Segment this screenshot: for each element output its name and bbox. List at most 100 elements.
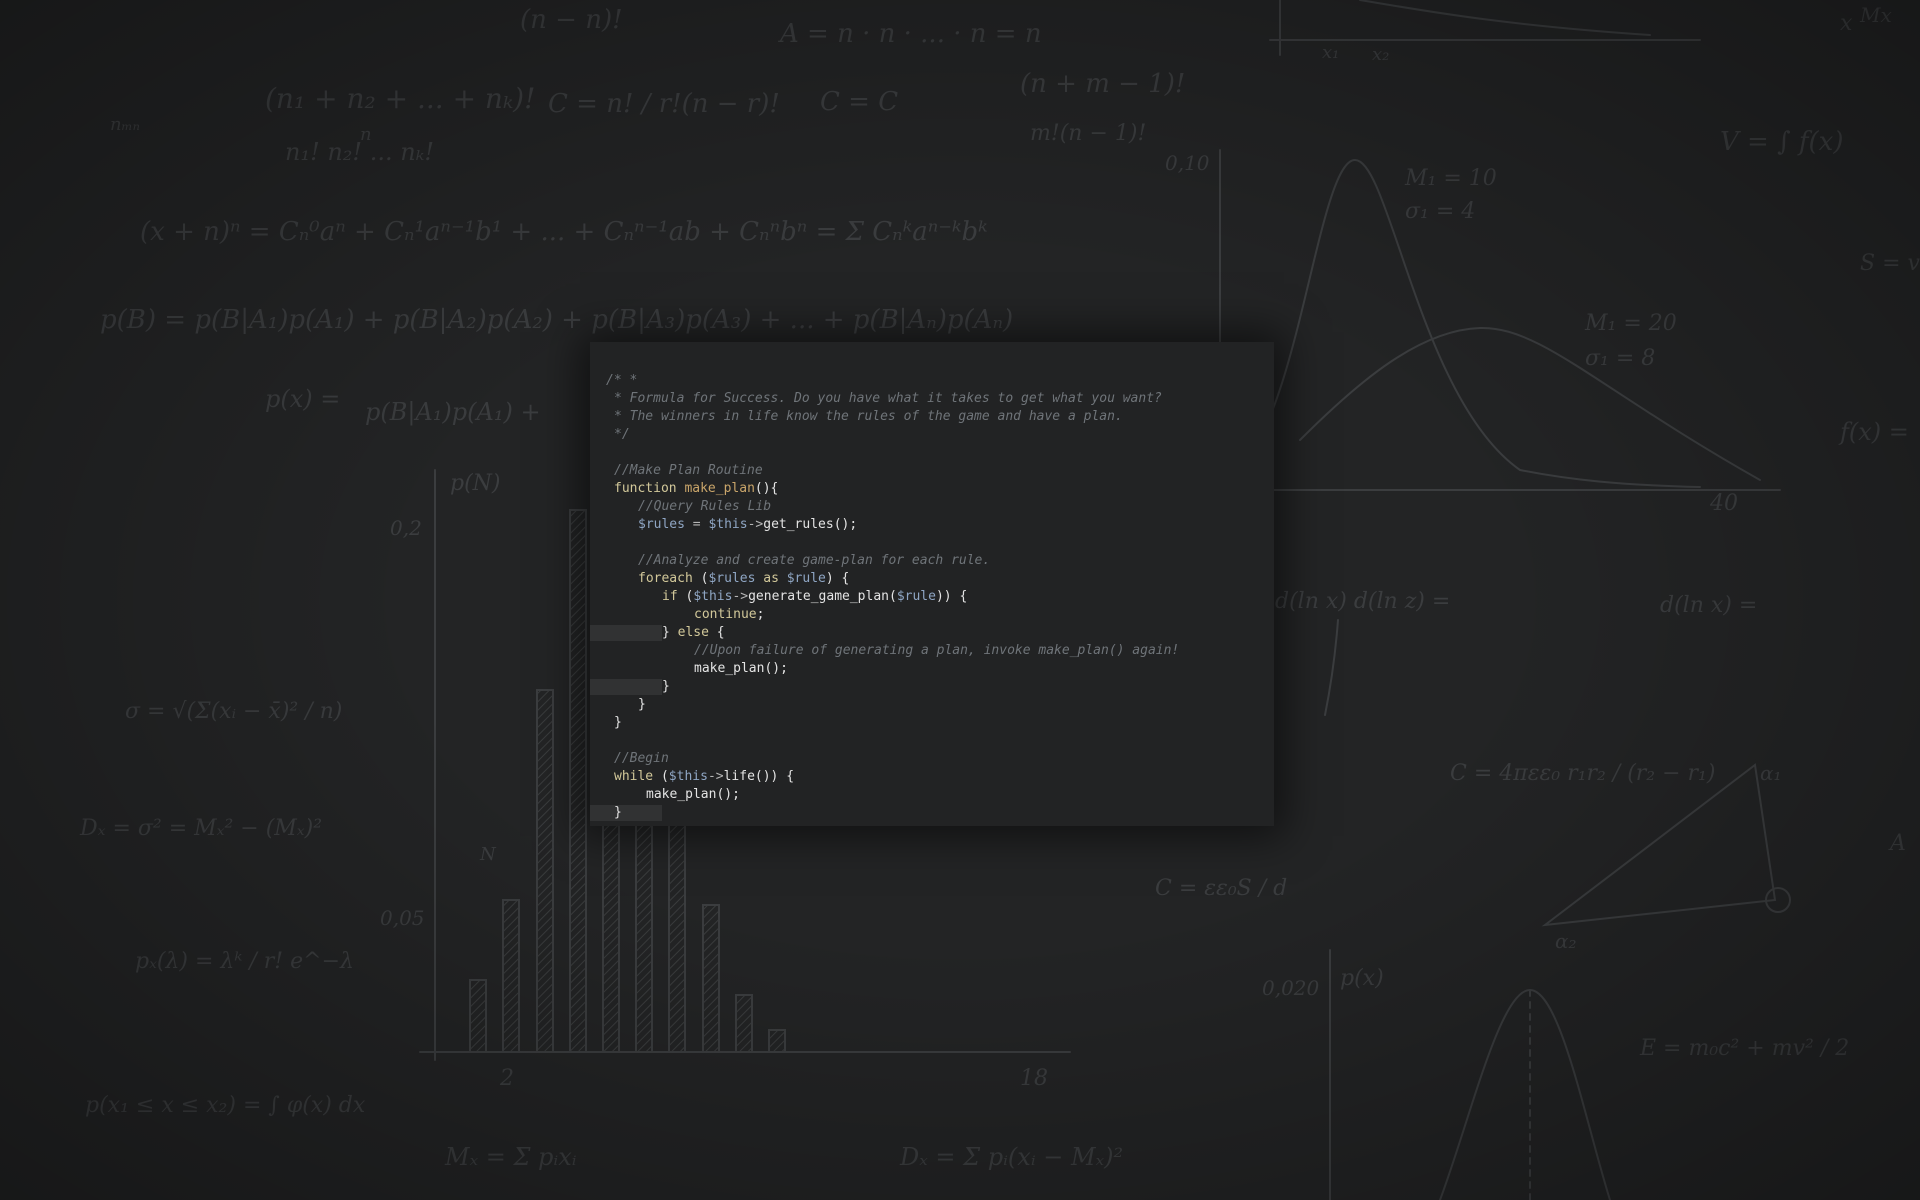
code-text: } [614, 714, 622, 732]
code-token: as [763, 571, 779, 586]
code-token: ( [692, 571, 709, 586]
code-text: //Make Plan Routine [614, 462, 763, 480]
background-formula: (n₁ + n₂ + ... + nₖ)! [265, 82, 535, 115]
background-formula: α₁ [1760, 761, 1782, 785]
code-line: } else { [590, 624, 1274, 642]
code-text: } [614, 804, 622, 822]
code-text: make_plan(); [694, 660, 788, 678]
background-formula: d(ln x) d(ln z) = [1275, 589, 1450, 614]
code-line: } [590, 714, 1274, 732]
code-lines: /* * * Formula for Success. Do you have w… [590, 372, 1274, 822]
background-formula: x₂ [1372, 44, 1389, 65]
background-formula: α₂ [1555, 929, 1577, 953]
background-formula: C = 4πεε₀ r₁r₂ / (r₂ − r₁) [1450, 761, 1715, 786]
code-line: if ($this->generate_game_plan($rule)) { [590, 588, 1274, 606]
code-line: //Upon failure of generating a plan, inv… [590, 642, 1274, 660]
background-formula: S = v [1860, 251, 1920, 276]
code-token: } [662, 625, 678, 640]
code-text: //Upon failure of generating a plan, inv… [694, 642, 1179, 660]
code-token: ()) { [754, 769, 795, 784]
background-formula: d(ln x) = [1660, 593, 1757, 618]
code-token: $this [693, 589, 733, 604]
code-token: make_plan [694, 661, 765, 676]
background-formula: p(x₁ ≤ x ≤ x₂) = ∫ φ(x) dx [85, 1093, 366, 1118]
background-formula: C = n! / r!(n − r)! [548, 89, 780, 119]
code-token: -> [732, 589, 749, 604]
code-token: $rule [896, 589, 936, 604]
code-text: */ [614, 426, 630, 444]
code-token: } [638, 697, 646, 712]
code-line: } [590, 678, 1274, 696]
background-formula: M₁ = 10 [1404, 166, 1497, 191]
code-token: (); [833, 517, 858, 532]
code-line: while ($this->life()) { [590, 768, 1274, 786]
code-token: /* * [606, 373, 638, 388]
background-formula: 0,05 [380, 906, 425, 930]
code-token: ) { [825, 571, 850, 586]
code-line: } [590, 696, 1274, 714]
code-token: //Begin [614, 751, 669, 766]
background-formula: E = m₀c² + mv² / 2 [1639, 1036, 1849, 1061]
code-token: while [614, 769, 654, 784]
code-token: -> [707, 769, 724, 784]
code-text: /* * [606, 372, 637, 390]
code-token: = [684, 517, 709, 532]
background-formula: C = C [820, 87, 898, 117]
code-token: ( [653, 769, 669, 784]
background-formula: x₁ [1322, 42, 1339, 63]
background-formula: A = n · n · ... · n = n [778, 19, 1042, 49]
code-token: foreach [638, 571, 693, 586]
code-token: (); [764, 661, 788, 676]
code-token: $this [708, 517, 748, 532]
code-token: } [614, 715, 622, 730]
code-token: //Make Plan Routine [614, 463, 763, 478]
background-formula: 18 [1020, 1066, 1048, 1091]
background-formula: (n − n)! [520, 5, 623, 35]
line-highlight [590, 679, 662, 695]
code-line: //Begin [590, 750, 1274, 768]
background-formula: σ = √(Σ(xᵢ − x̄)² / n) [125, 699, 342, 724]
background-formula: C = εε₀S / d [1155, 876, 1287, 901]
code-token: get_rules [763, 517, 834, 532]
code-text: while ($this->life()) { [614, 768, 794, 786]
code-editor-panel[interactable]: /* * * Formula for Success. Do you have w… [590, 342, 1274, 826]
background-formula: f(x) = [1838, 418, 1909, 446]
code-token: -> [747, 517, 764, 532]
background-formula: p(B) = p(B|A₁)p(A₁) + p(B|A₂)p(A₂) + p(B… [100, 305, 1013, 335]
background-formula: pₓ(λ) = λᵏ / r! e^−λ [135, 949, 354, 974]
background-formula: 40 [1709, 491, 1738, 516]
code-token: ( [677, 589, 694, 604]
background-formula: p(N) [450, 471, 501, 496]
code-token: //Query Rules Lib [638, 499, 772, 514]
background-formula: 2 [499, 1066, 514, 1091]
background-formula: A [1888, 831, 1906, 856]
background-formula: Dₓ = σ² = Mₓ² − (Mₓ)² [79, 816, 322, 841]
background-formula: V = ∫ f(x) [1720, 127, 1843, 157]
code-token: else [677, 625, 709, 640]
background-formula: p(x) [1340, 966, 1384, 991]
code-token: )) { [935, 589, 968, 604]
background-formula: σ₁ = 4 [1405, 199, 1475, 224]
background-formula: 0,10 [1165, 151, 1210, 175]
code-text: function make_plan(){ [614, 480, 778, 498]
background-formula: M₁ = 20 [1584, 311, 1677, 336]
code-token: $rule [786, 571, 826, 586]
code-token: $this [668, 769, 708, 784]
code-text: //Analyze and create game-plan for each … [638, 552, 990, 570]
code-line: //Query Rules Lib [590, 498, 1274, 516]
background-formula: p(B|A₁)p(A₁) + [365, 398, 541, 427]
background-formula: p(x) = [265, 385, 340, 413]
code-text: * The winners in life know the rules of … [614, 408, 1123, 426]
code-line: foreach ($rules as $rule) { [590, 570, 1274, 588]
code-token: { [708, 625, 725, 640]
code-line: $rules = $this->get_rules(); [590, 516, 1274, 534]
code-token: */ [614, 427, 630, 442]
code-line: function make_plan(){ [590, 480, 1274, 498]
code-token: (){ [754, 481, 779, 496]
code-token: ; [756, 607, 765, 622]
code-text: make_plan(); [646, 786, 740, 804]
line-highlight [590, 625, 662, 641]
background-formula: 0,2 [390, 516, 422, 540]
